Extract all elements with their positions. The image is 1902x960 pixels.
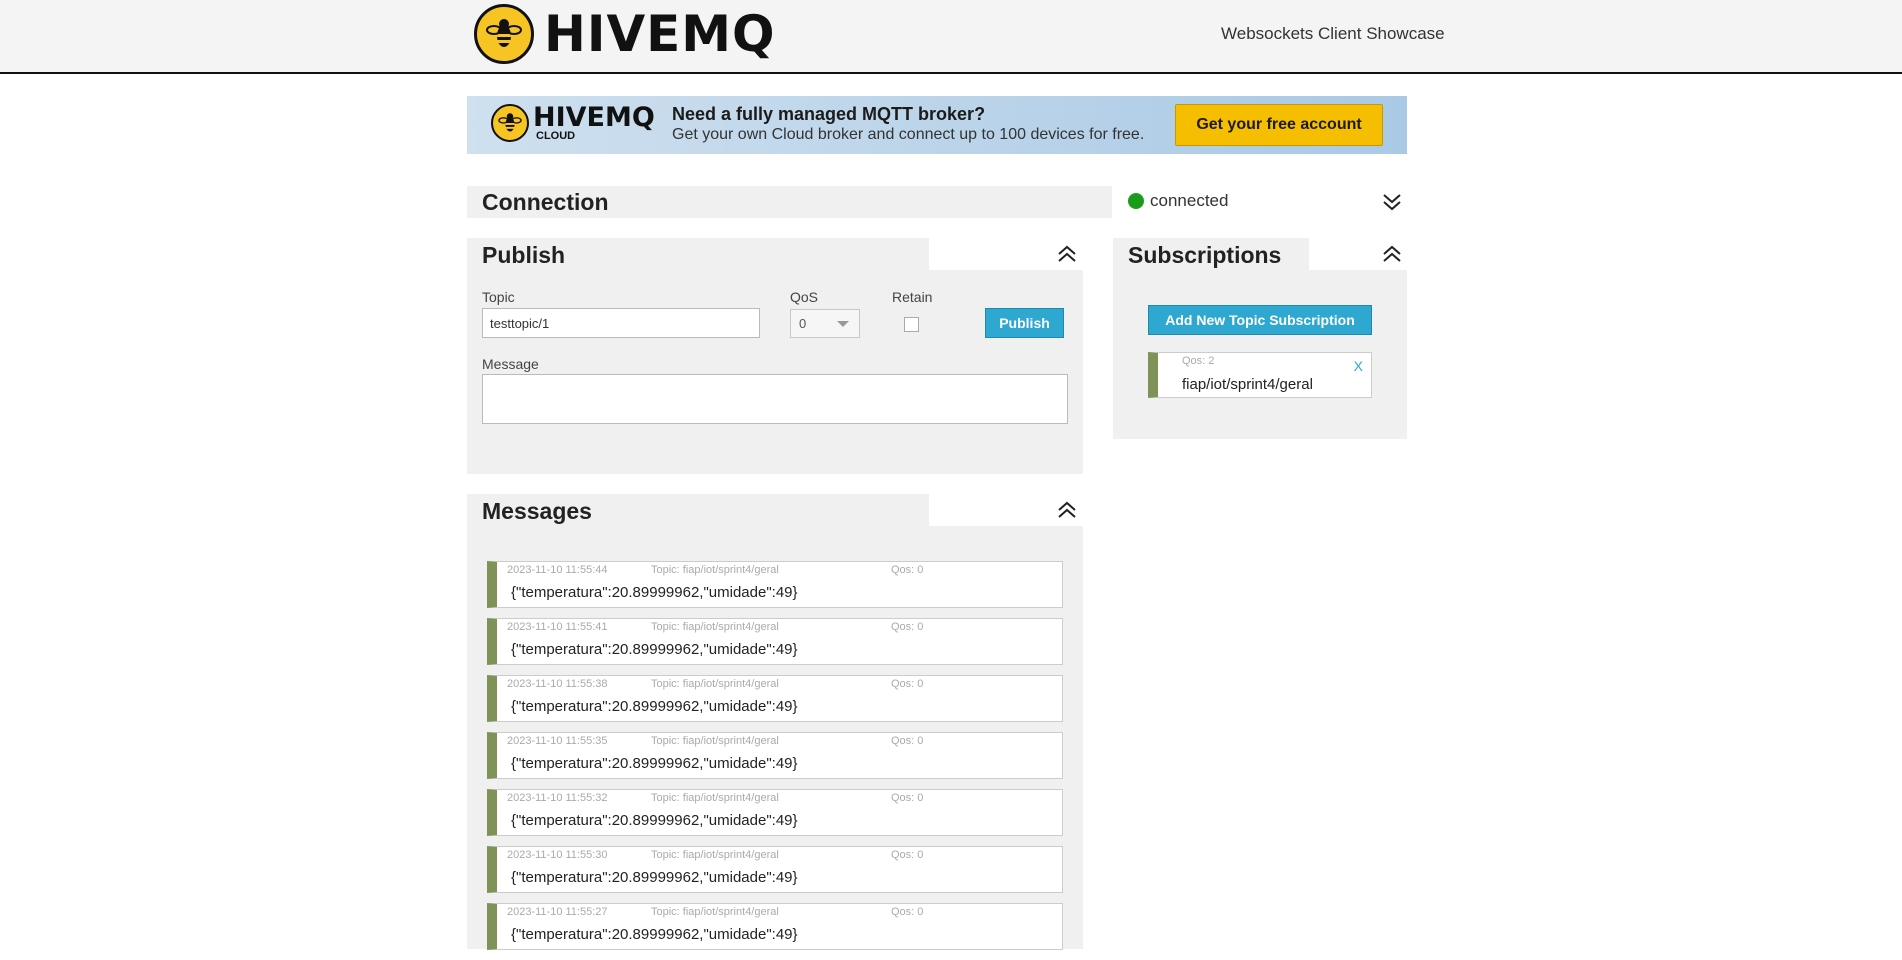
- message-qos: Qos: 0: [891, 906, 924, 918]
- message-qos: Qos: 0: [891, 564, 924, 576]
- publish-panel: [467, 270, 1083, 474]
- message-topic: Topic: fiap/iot/sprint4/geral: [651, 621, 779, 633]
- hivemq-logo[interactable]: HIVEMQ: [474, 4, 776, 64]
- topic-input[interactable]: testtopic/1: [482, 308, 760, 338]
- message-payload: {"temperatura":20.89999962,"umidade":49}: [511, 584, 798, 601]
- message-item: 2023-11-10 11:55:44 Topic: fiap/iot/spri…: [487, 561, 1063, 608]
- banner-subline: Get your own Cloud broker and connect up…: [672, 126, 1145, 143]
- message-topic: Topic: fiap/iot/sprint4/geral: [651, 849, 779, 861]
- message-qos: Qos: 0: [891, 621, 924, 633]
- unsubscribe-button[interactable]: X: [1354, 358, 1363, 374]
- bee-icon: [474, 4, 534, 64]
- message-timestamp: 2023-11-10 11:55:38: [507, 678, 608, 690]
- chevron-down-icon: [837, 321, 849, 327]
- message-item: 2023-11-10 11:55:27 Topic: fiap/iot/spri…: [487, 903, 1063, 950]
- retain-label: Retain: [892, 289, 933, 305]
- message-topic: Topic: fiap/iot/sprint4/geral: [651, 678, 779, 690]
- message-item: 2023-11-10 11:55:38 Topic: fiap/iot/spri…: [487, 675, 1063, 722]
- get-free-account-button[interactable]: Get your free account: [1175, 104, 1383, 146]
- promo-banner: HIVEMQ CLOUD Need a fully managed MQTT b…: [467, 96, 1407, 154]
- message-timestamp: 2023-11-10 11:55:30: [507, 849, 608, 861]
- message-payload: {"temperatura":20.89999962,"umidade":49}: [511, 926, 798, 943]
- message-qos: Qos: 0: [891, 792, 924, 804]
- qos-select-value: 0: [799, 316, 807, 331]
- retain-checkbox[interactable]: [904, 317, 919, 332]
- header-title: Websockets Client Showcase: [1221, 24, 1445, 43]
- connection-status-indicator: [1128, 193, 1144, 209]
- message-topic: Topic: fiap/iot/sprint4/geral: [651, 906, 779, 918]
- message-list: 2023-11-10 11:55:44 Topic: fiap/iot/spri…: [487, 561, 1063, 960]
- message-item: 2023-11-10 11:55:32 Topic: fiap/iot/spri…: [487, 789, 1063, 836]
- message-payload: {"temperatura":20.89999962,"umidade":49}: [511, 869, 798, 886]
- qos-select[interactable]: 0: [790, 309, 860, 338]
- publish-button[interactable]: Publish: [985, 308, 1064, 338]
- message-topic: Topic: fiap/iot/sprint4/geral: [651, 792, 779, 804]
- message-qos: Qos: 0: [891, 678, 924, 690]
- message-timestamp: 2023-11-10 11:55:35: [507, 735, 608, 747]
- topic-label: Topic: [482, 289, 515, 305]
- connection-status-text: connected: [1150, 191, 1229, 210]
- message-label: Message: [482, 356, 539, 372]
- message-qos: Qos: 0: [891, 849, 924, 861]
- subscription-topic: fiap/iot/sprint4/geral: [1182, 376, 1313, 393]
- chevron-double-down-icon[interactable]: [1381, 191, 1403, 213]
- message-textarea[interactable]: [482, 374, 1068, 424]
- message-topic: Topic: fiap/iot/sprint4/geral: [651, 564, 779, 576]
- subscriptions-title: Subscriptions: [1128, 242, 1282, 268]
- subscription-qos: Qos: 2: [1182, 355, 1215, 367]
- connection-title: Connection: [482, 189, 609, 215]
- chevron-double-up-icon[interactable]: [1056, 243, 1078, 265]
- message-topic: Topic: fiap/iot/sprint4/geral: [651, 735, 779, 747]
- message-timestamp: 2023-11-10 11:55:27: [507, 906, 608, 918]
- messages-title: Messages: [482, 498, 592, 524]
- message-payload: {"temperatura":20.89999962,"umidade":49}: [511, 812, 798, 829]
- message-item: 2023-11-10 11:55:41 Topic: fiap/iot/spri…: [487, 618, 1063, 665]
- chevron-double-up-icon[interactable]: [1381, 243, 1403, 265]
- message-payload: {"temperatura":20.89999962,"umidade":49}: [511, 698, 798, 715]
- brand-wordmark: HIVEMQ: [544, 5, 776, 63]
- message-timestamp: 2023-11-10 11:55:32: [507, 792, 608, 804]
- add-topic-subscription-button[interactable]: Add New Topic Subscription: [1148, 305, 1372, 335]
- chevron-double-up-icon[interactable]: [1056, 499, 1078, 521]
- bee-icon: [491, 104, 529, 142]
- banner-logo: HIVEMQ CLOUD: [491, 104, 655, 142]
- publish-title: Publish: [482, 242, 566, 268]
- subscription-item[interactable]: Qos: 2 fiap/iot/sprint4/geral X: [1148, 352, 1372, 398]
- banner-brand: HIVEMQ: [533, 102, 655, 133]
- message-item: 2023-11-10 11:55:35 Topic: fiap/iot/spri…: [487, 732, 1063, 779]
- message-item: 2023-11-10 11:55:30 Topic: fiap/iot/spri…: [487, 846, 1063, 893]
- banner-headline: Need a fully managed MQTT broker?: [672, 104, 986, 124]
- message-timestamp: 2023-11-10 11:55:44: [507, 564, 608, 576]
- message-timestamp: 2023-11-10 11:55:41: [507, 621, 608, 633]
- header: HIVEMQ Websockets Client Showcase: [0, 0, 1902, 74]
- qos-label: QoS: [790, 289, 819, 305]
- message-qos: Qos: 0: [891, 735, 924, 747]
- message-payload: {"temperatura":20.89999962,"umidade":49}: [511, 755, 798, 772]
- message-payload: {"temperatura":20.89999962,"umidade":49}: [511, 641, 798, 658]
